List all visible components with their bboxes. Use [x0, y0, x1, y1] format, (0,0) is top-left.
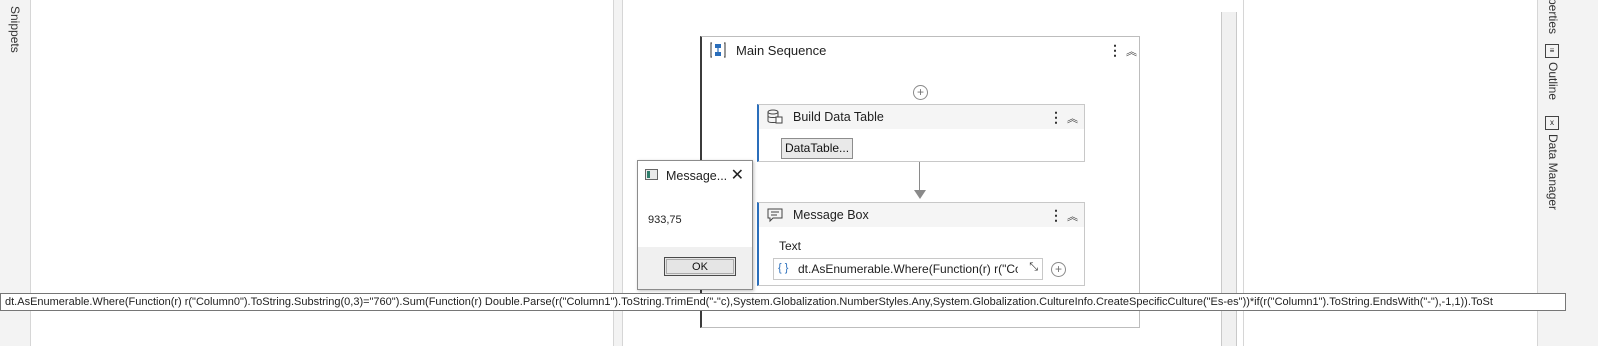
dialog-app-icon: [645, 169, 658, 180]
collapse-icon[interactable]: ︽: [1067, 208, 1078, 224]
activity-title: Message Box: [793, 208, 869, 222]
expression-tooltip: dt.AsEnumerable.Where(Function(r) r("Col…: [0, 293, 1566, 311]
text-expression-field[interactable]: { } dt.AsEnumerable.Where(Function(r) r(…: [773, 258, 1043, 280]
datatable-button[interactable]: DataTable...: [781, 138, 854, 159]
activity-header[interactable]: Build Data Table ⋮ ︽: [759, 105, 1084, 129]
snippets-tab[interactable]: Snippets: [8, 6, 22, 53]
sequence-header[interactable]: Main Sequence ⋮ ︽: [702, 37, 1139, 63]
add-circle-icon[interactable]: +: [913, 85, 928, 100]
sequence-icon: [710, 42, 726, 58]
message-dialog: Message... ✕ 933,75 OK: [637, 160, 753, 290]
expression-value: dt.AsEnumerable.Where(Function(r) r("Col…: [798, 262, 1018, 276]
connector-line: [919, 162, 920, 192]
message-icon: [767, 208, 783, 223]
collapse-icon[interactable]: ︽: [1067, 110, 1078, 126]
dialog-footer: OK: [638, 247, 752, 289]
expression-icon: { }: [778, 262, 789, 274]
text-property-label: Text: [779, 239, 802, 253]
expand-icon[interactable]: ⤡: [1029, 261, 1038, 274]
outline-tab[interactable]: Outline: [1546, 62, 1560, 100]
sequence-title: Main Sequence: [736, 43, 827, 58]
data-manager-tab[interactable]: Data Manager: [1546, 134, 1560, 210]
ok-button[interactable]: OK: [664, 257, 736, 276]
kebab-icon[interactable]: ⋮: [1049, 208, 1063, 222]
data-manager-icon: x: [1545, 116, 1559, 130]
activity-title: Build Data Table: [793, 110, 884, 124]
connector-arrow-icon: [914, 190, 926, 199]
main-sequence[interactable]: Main Sequence ⋮ ︽ + Build Data Table ⋮ ︽…: [700, 36, 1140, 328]
add-circle-icon[interactable]: +: [1051, 262, 1066, 277]
dialog-message: 933,75: [648, 214, 682, 226]
kebab-icon[interactable]: ⋮: [1108, 43, 1122, 57]
message-box-activity[interactable]: Message Box ⋮ ︽ Text { } dt.AsEnumerable…: [757, 202, 1085, 286]
properties-tab[interactable]: perties: [1546, 0, 1560, 34]
dialog-title: Message...: [666, 169, 728, 183]
kebab-icon[interactable]: ⋮: [1049, 110, 1063, 124]
build-data-table-activity[interactable]: Build Data Table ⋮ ︽ DataTable...: [757, 104, 1085, 162]
collapse-icon[interactable]: ︽: [1126, 43, 1137, 59]
activity-header[interactable]: Message Box ⋮ ︽: [759, 203, 1084, 227]
close-icon[interactable]: ✕: [731, 165, 744, 185]
data-table-icon: [767, 109, 783, 124]
outline-icon: ≡: [1545, 44, 1559, 58]
